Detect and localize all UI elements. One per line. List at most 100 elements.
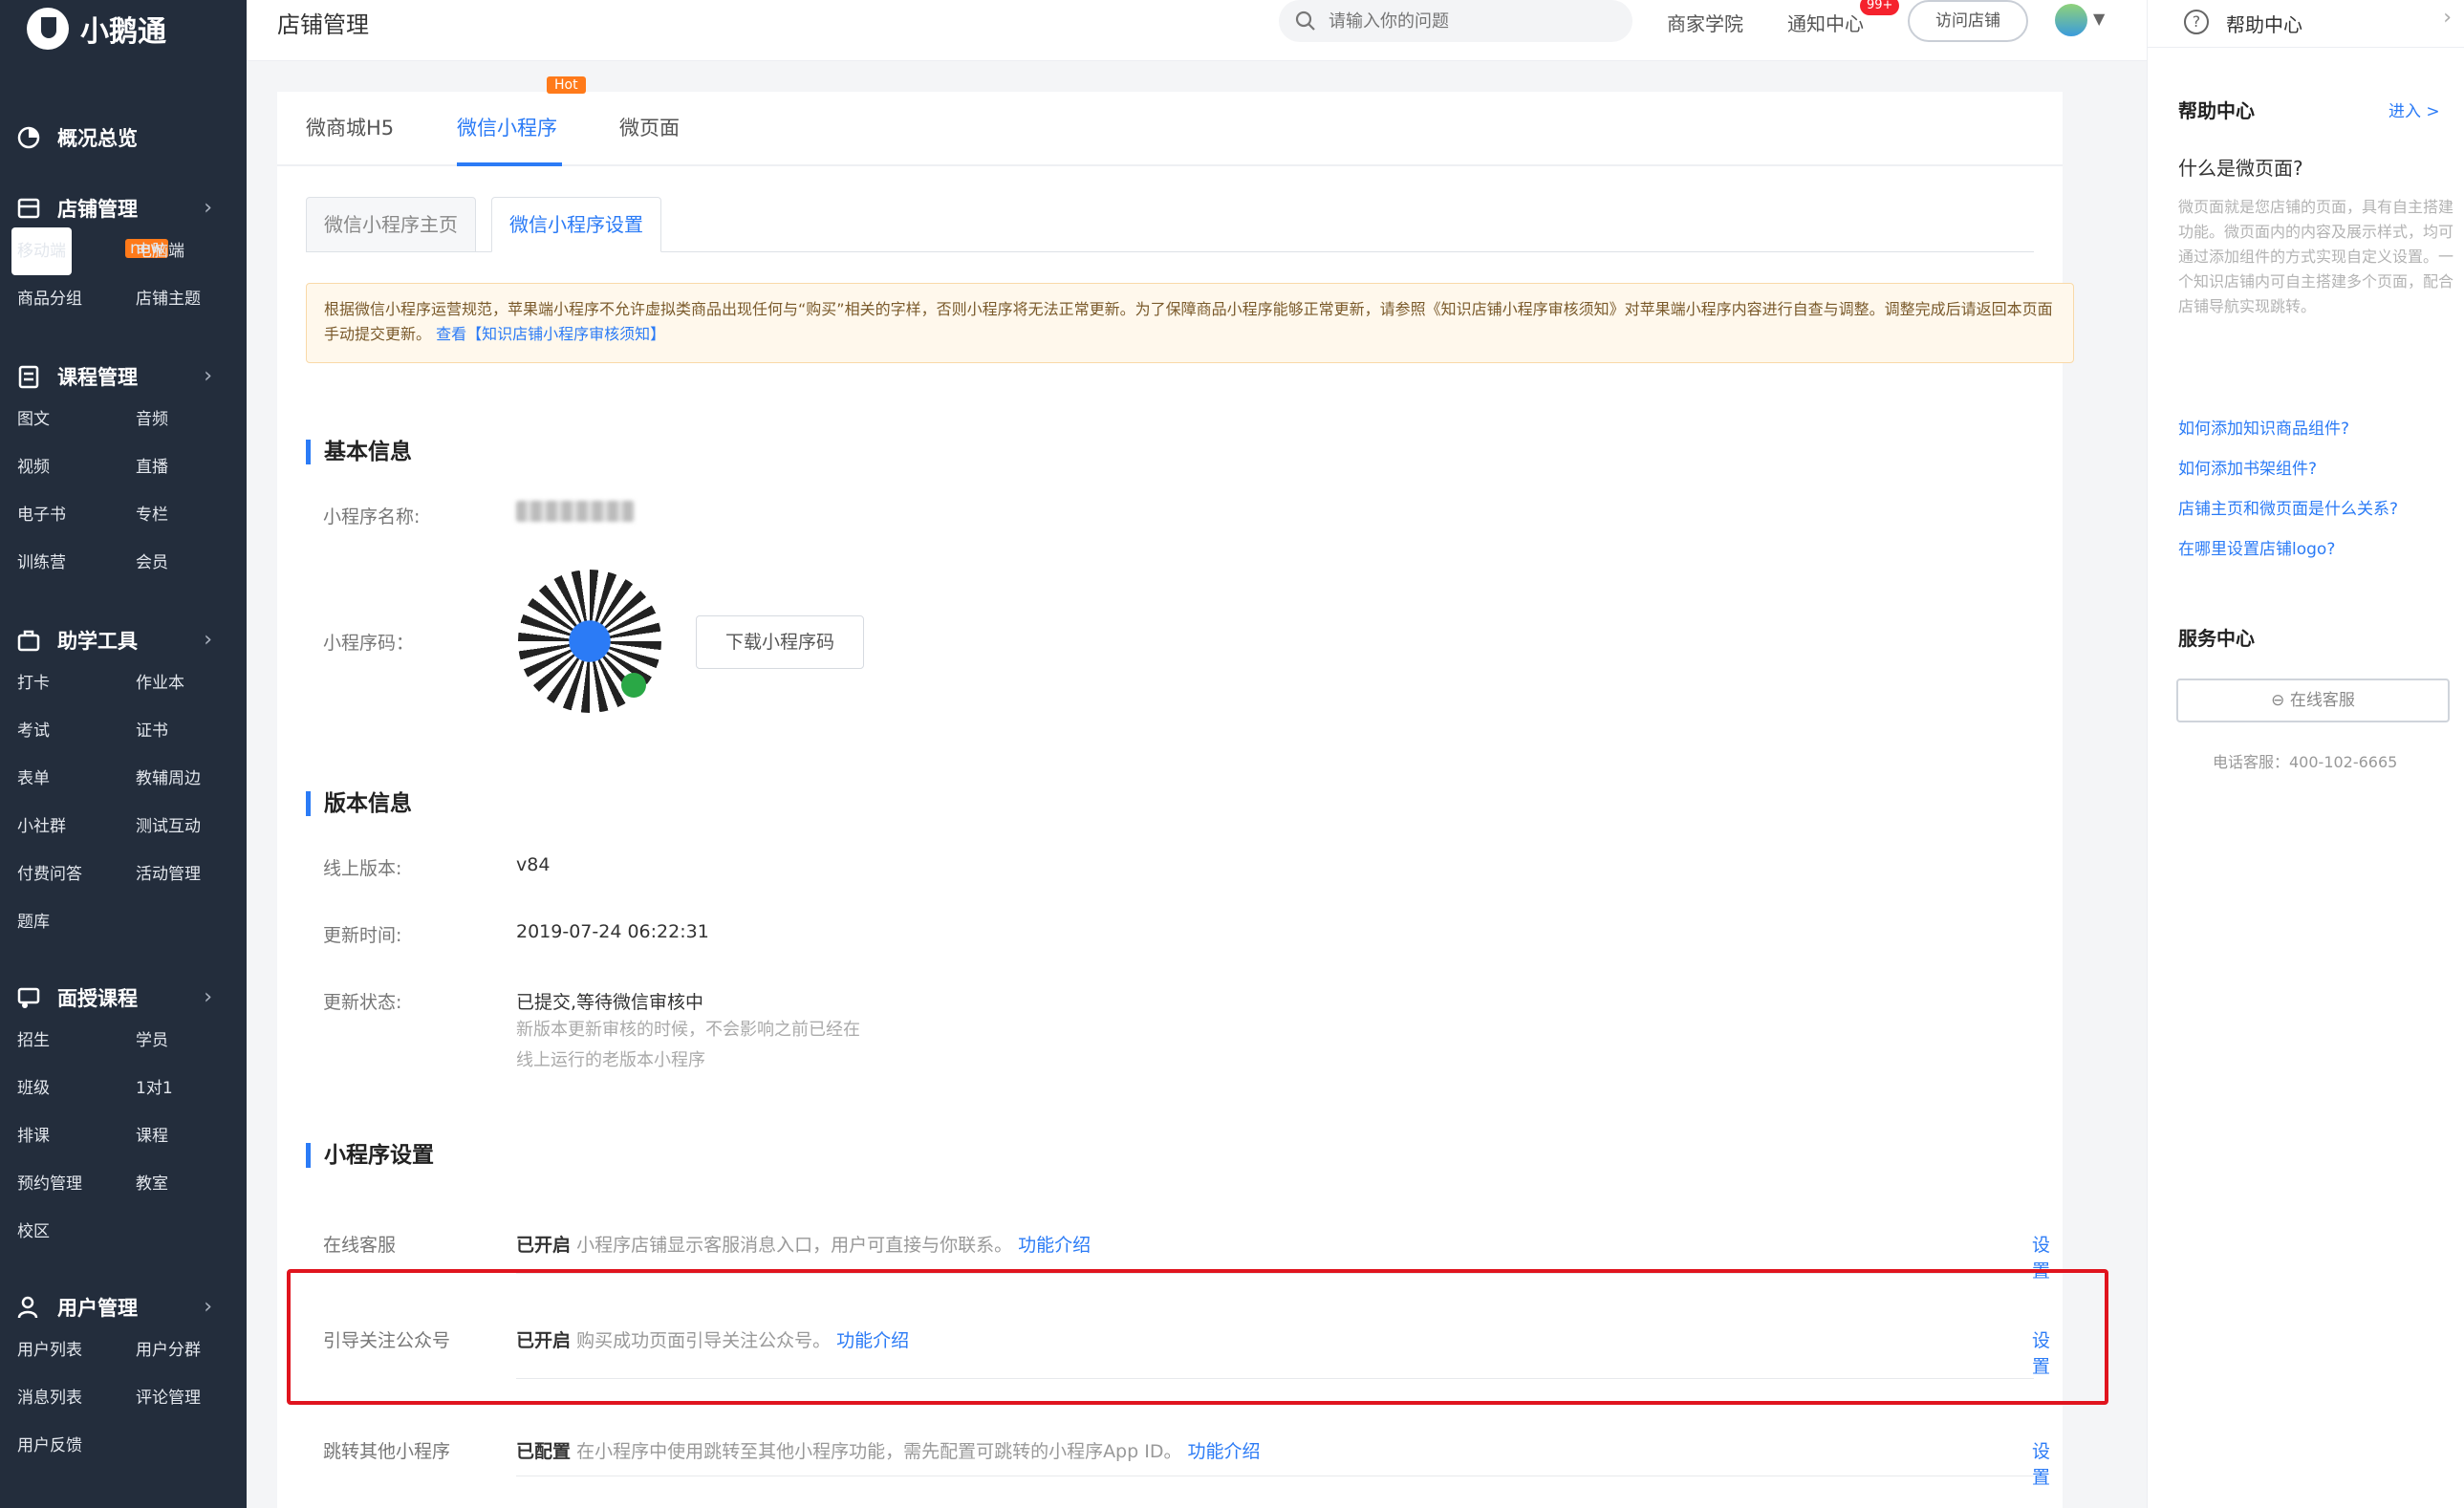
help-answer-text: 微页面就是您店铺的页面，具有自主搭建功能。微页面内的内容及展示样式，均可通过添加… [2178,198,2454,315]
nav-item[interactable]: 活动管理 [136,851,254,898]
nav-item[interactable]: 专栏 [136,491,254,539]
nav-course-sub: 图文 音频 视频 直播 电子书 专栏 训练营 会员 [0,396,247,587]
nav-item[interactable]: 音频 [136,396,254,443]
app-code-label: 小程序码： [323,633,415,654]
faq-link[interactable]: 店铺主页和微页面是什么关系? [2178,495,2398,519]
nav-item[interactable]: 视频 [17,443,136,491]
nav-item[interactable]: 课程 [136,1112,254,1160]
nav-item-theme[interactable]: 店铺主题 [136,275,254,323]
visit-shop-button[interactable]: 访问店铺 [1908,0,2028,42]
nav-item[interactable]: 教室 [136,1160,254,1208]
nav-item[interactable]: 招生 [17,1017,136,1065]
merchant-school-link[interactable]: 商家学院 [1667,9,1743,36]
online-version-label: 线上版本: [323,858,402,879]
nav-item[interactable]: 排课 [17,1112,136,1160]
online-service-button[interactable]: ⊖ 在线客服 [2176,679,2450,722]
nav-item[interactable]: 电子书 [17,491,136,539]
search-input[interactable] [1329,11,1606,32]
nav-shop[interactable]: 店铺管理 › [0,189,247,227]
subtab-settings[interactable]: 微信小程序设置 [491,197,661,252]
page-title: 店铺管理 [277,11,369,38]
app-name: 小鹅通 [80,15,166,49]
notice-link[interactable]: 查看【知识店铺小程序审核须知】 [436,325,665,343]
nav-item[interactable]: 测试互动 [136,803,254,851]
nav-users[interactable]: 用户管理 › [0,1288,247,1326]
nav-shop-sub: 移动端 new 电脑端 商品分组 店铺主题 [0,227,247,323]
chevron-right-icon: › [204,985,212,1009]
nav-item[interactable]: 班级 [17,1065,136,1112]
nav-item[interactable]: 题库 [17,898,136,946]
faq-link[interactable]: 如何添加知识商品组件? [2178,415,2349,439]
sidebar: 小鹅通 概况总览 店铺管理 › 移动端 new 电脑端 商品分组 店铺主题 课程管… [0,0,247,1508]
update-time-label: 更新时间: [323,925,402,946]
update-status-label: 更新状态: [323,992,402,1013]
nav-offline[interactable]: 面授课程 › [0,979,247,1017]
nav-item[interactable]: 用户分群 [136,1326,254,1374]
nav-item[interactable]: 用户反馈 [17,1422,136,1470]
help-question-title: 什么是微页面? [2178,157,2303,180]
nav-shop-label: 店铺管理 [57,198,138,221]
nav-item[interactable]: 用户列表 [17,1326,136,1374]
faq-link[interactable]: 在哪里设置店铺logo? [2178,535,2335,559]
nav-tools[interactable]: 助学工具 › [0,621,247,659]
nav-item[interactable]: 校区 [17,1208,136,1256]
download-code-button[interactable]: 下载小程序码 [696,615,864,669]
setting-row-jump: 已配置 在小程序中使用跳转至其他小程序功能，需先配置可跳转的小程序App ID。… [516,1437,1261,1463]
faq-link[interactable]: 如何添加书架组件? [2178,455,2317,479]
search-box[interactable] [1279,0,1632,42]
nav-item[interactable]: 1对1 [136,1065,254,1112]
tab-micropage[interactable]: 微页面 [619,113,680,141]
nav-item[interactable]: 教辅周边 [136,755,254,803]
update-time-value: 2019-07-24 06:22:31 [516,921,709,942]
nav-item-mobile[interactable]: 移动端 new [11,227,169,275]
nav-item[interactable]: 表单 [17,755,136,803]
subtab-home[interactable]: 微信小程序主页 [306,197,476,252]
feature-intro-link[interactable]: 功能介绍 [1018,1235,1091,1256]
goose-logo-icon [27,8,69,50]
tab-h5[interactable]: 微商城H5 [306,113,394,141]
setting-label-jump: 跳转其他小程序 [323,1441,451,1462]
setting-desc: 小程序店铺显示客服消息入口，用户可直接与你联系。 [576,1235,1013,1256]
app-logo[interactable]: 小鹅通 [27,8,166,50]
nav-group-tools: 助学工具 › 打卡 作业本 考试 证书 表单 教辅周边 小社群 测试互动 付费问… [0,621,247,946]
nav-offline-label: 面授课程 [57,987,138,1010]
nav-item[interactable]: 付费问答 [17,851,136,898]
nav-item[interactable]: 小社群 [17,803,136,851]
help-enter-link[interactable]: 进入 > [2388,97,2440,121]
status-note-1: 新版本更新审核的时候，不会影响之前已经在 [516,1020,860,1040]
nav-item[interactable]: 考试 [17,707,136,755]
chevron-right-icon: › [204,364,212,388]
avatar[interactable] [2055,4,2087,36]
setting-row-cs: 已开启 小程序店铺显示客服消息入口，用户可直接与你联系。 功能介绍 [516,1231,1091,1257]
shop-icon [17,198,40,219]
chevron-right-icon: › [2443,6,2452,30]
nav-item[interactable]: 消息列表 [17,1374,136,1422]
section-settings: 小程序设置 [306,1143,434,1168]
nav-item[interactable]: 打卡 [17,659,136,707]
nav-item[interactable]: 评论管理 [136,1374,254,1422]
help-panel-header[interactable]: ? 帮助中心 › [2148,0,2464,48]
nav-overview[interactable]: 概况总览 [0,118,247,157]
app-name-label: 小程序名称: [323,506,421,528]
app-name-blurred [516,501,635,522]
setting-button-jump[interactable]: 设置 [2032,1437,2063,1489]
nav-item[interactable]: 图文 [17,396,136,443]
nav-item[interactable]: 学员 [136,1017,254,1065]
nav-item-pc[interactable]: 电脑端 [136,227,254,275]
update-status-value: 已提交,等待微信审核中 [516,992,704,1013]
feature-intro-link[interactable]: 功能介绍 [1188,1441,1261,1462]
caret-down-icon[interactable]: ▼ [2093,10,2105,28]
nav-item[interactable]: 作业本 [136,659,254,707]
nav-item[interactable]: 直播 [136,443,254,491]
nav-item[interactable]: 会员 [136,539,254,587]
notification-center-link[interactable]: 通知中心 [1787,9,1864,36]
nav-item[interactable]: 训练营 [17,539,136,587]
nav-item[interactable]: 预约管理 [17,1160,136,1208]
nav-overview-label: 概况总览 [57,127,138,150]
tab-miniprogram[interactable]: 微信小程序 [457,113,557,141]
nav-group-users: 用户管理 › 用户列表 用户分群 消息列表 评论管理 用户反馈 [0,1288,247,1470]
nav-item-groups[interactable]: 商品分组 [17,275,136,323]
nav-course[interactable]: 课程管理 › [0,357,247,396]
nav-item[interactable]: 证书 [136,707,254,755]
section-version-info: 版本信息 [306,791,412,816]
